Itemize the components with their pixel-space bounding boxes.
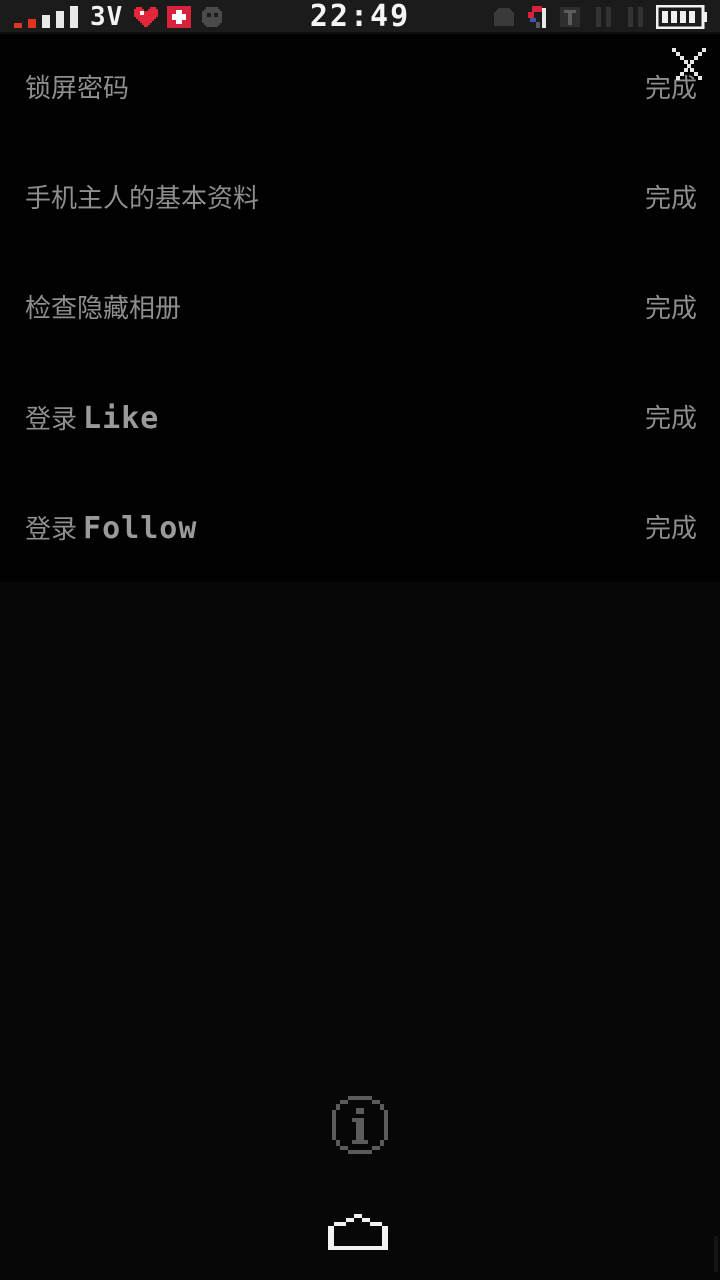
row-label-latin: Follow [83,511,198,546]
row-label: 锁屏密码 [25,74,130,104]
status-label: 完成 [644,184,697,214]
status-label: 完成 [644,294,697,324]
list-item[interactable]: 手机主人的基本资料 完成 [0,144,720,254]
status-bar: 3V 22:49 [0,0,720,34]
close-icon[interactable] [670,46,708,82]
ghost-icon [492,6,516,28]
row-label: 手机主人的基本资料 [25,184,260,214]
tool-icon [558,5,582,29]
status-label: 完成 [644,404,697,434]
row-label: 登录 Follow [25,511,198,546]
settings-list: 锁屏密码 完成 手机主人的基本资料 完成 检查隐藏相册 完成 登录 Like 完成… [0,34,720,582]
home-icon[interactable] [326,1212,390,1252]
list-item[interactable]: 锁屏密码 完成 [0,34,720,144]
pause-icon [594,5,614,29]
row-label: 检查隐藏相册 [25,294,182,324]
list-item[interactable]: 登录 Like 完成 [0,364,720,474]
pause-icon [626,5,646,29]
flag-icon [524,4,550,30]
scroll-edge [714,1236,718,1272]
row-label: 登录 Like [25,401,160,436]
list-item[interactable]: 检查隐藏相册 完成 [0,254,720,364]
row-label-latin: Like [83,401,160,436]
list-item[interactable]: 登录 Follow 完成 [0,474,720,584]
status-label: 完成 [644,514,697,544]
info-icon[interactable] [330,1096,390,1154]
battery-icon [655,4,708,30]
